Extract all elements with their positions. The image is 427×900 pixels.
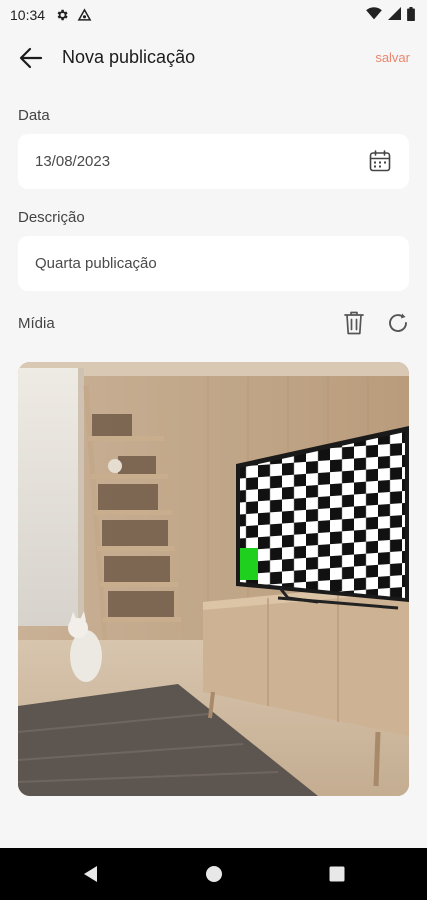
recents-square-icon [329, 866, 345, 882]
media-label: Mídia [18, 315, 55, 332]
arrow-left-icon [19, 47, 43, 69]
app-bar: Nova publicação salvar [0, 36, 427, 80]
replace-media-button[interactable] [386, 310, 410, 336]
description-input[interactable] [18, 236, 409, 291]
page-title: Nova publicação [62, 47, 196, 67]
description-label: Descrição [18, 209, 85, 226]
date-field[interactable] [18, 134, 409, 189]
back-triangle-icon [84, 866, 97, 882]
date-label: Data [18, 107, 50, 124]
description-field[interactable] [18, 236, 409, 291]
delete-media-button[interactable] [342, 310, 366, 336]
trash-icon [344, 311, 364, 335]
system-nav-bar [0, 848, 427, 900]
status-bar: 10:34 [0, 0, 427, 30]
battery-icon [407, 6, 415, 24]
calendar-icon [369, 150, 391, 172]
signal-icon [388, 7, 401, 23]
date-input[interactable] [18, 134, 409, 189]
back-button[interactable] [18, 46, 44, 70]
home-circle-icon [206, 866, 222, 882]
media-actions [342, 310, 410, 336]
nav-back-button[interactable] [80, 863, 102, 885]
refresh-icon [389, 313, 407, 332]
media-image [18, 362, 409, 796]
vpn-icon [77, 7, 92, 23]
save-button[interactable]: salvar [375, 50, 410, 65]
calendar-button[interactable] [368, 149, 392, 173]
wifi-icon [366, 7, 382, 23]
status-time: 10:34 [10, 7, 46, 23]
nav-home-button[interactable] [203, 863, 225, 885]
gear-icon [55, 8, 69, 22]
nav-recents-button[interactable] [326, 863, 348, 885]
